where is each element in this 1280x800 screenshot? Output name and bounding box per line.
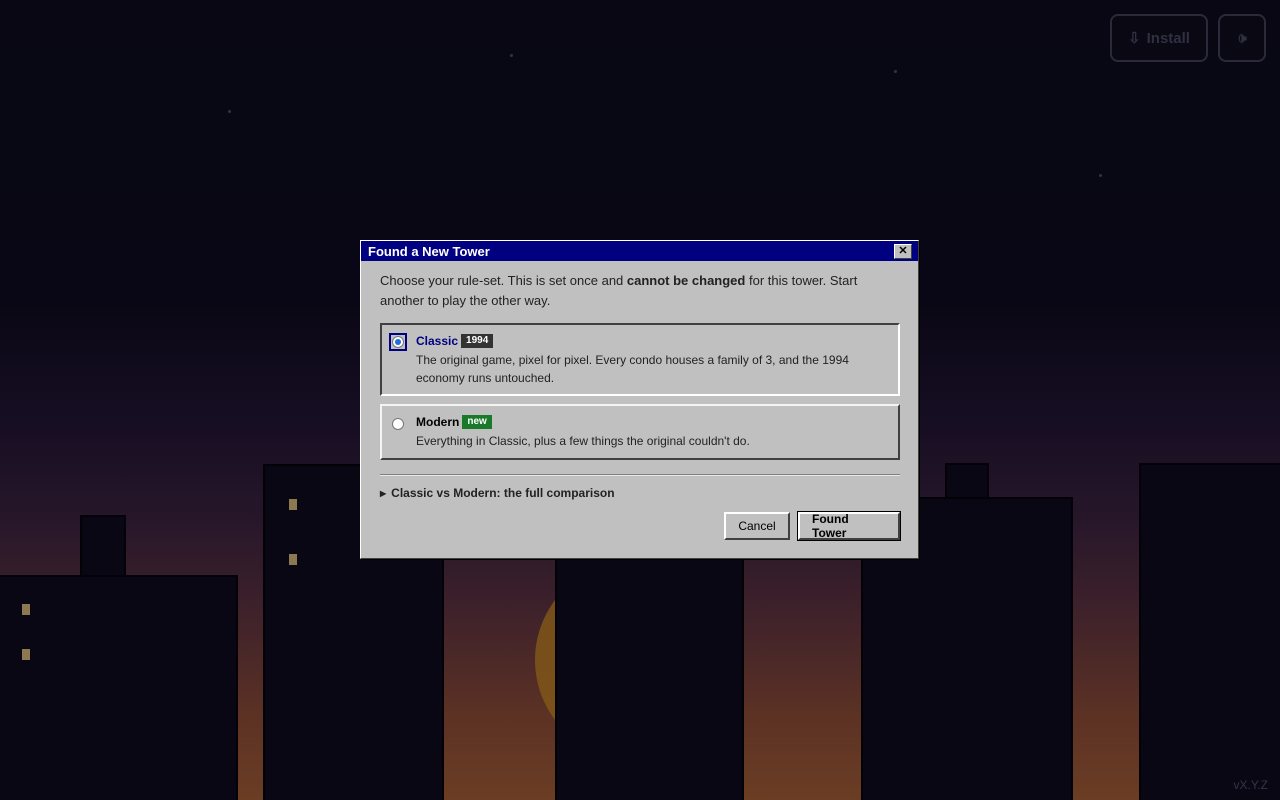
dialog-title: Found a New Tower (368, 243, 490, 259)
version-label: vX.Y.Z (1233, 778, 1268, 792)
radio-circle (392, 336, 404, 348)
modern-description: Everything in Classic, plus a few things… (416, 434, 750, 448)
dialog-intro: Choose your rule-set. This is set once a… (380, 271, 899, 311)
found-tower-dialog: Found a New Tower ✕ Choose your rule-set… (360, 240, 919, 559)
dialog-titlebar[interactable]: Found a New Tower ✕ (361, 241, 918, 261)
modern-radio[interactable] (389, 414, 407, 432)
classic-title: Classic (416, 334, 459, 348)
radio-dot (395, 339, 401, 345)
modern-badge: new (462, 415, 492, 429)
install-label: Install (1146, 29, 1190, 47)
modern-title: Modern (416, 415, 460, 429)
close-button[interactable]: ✕ (894, 243, 912, 259)
city-background: ⇩ Install 🕩 vX.Y.Z Found a New Tower ✕ C… (0, 0, 1280, 800)
download-icon: ⇩ (1128, 30, 1141, 47)
sound-toggle-button[interactable]: 🕩 (1218, 14, 1266, 62)
intro-emphasis: cannot be changed (626, 273, 746, 288)
option-title-row: Modern new (416, 414, 888, 430)
radio-circle (392, 418, 404, 430)
classic-radio[interactable] (389, 333, 407, 351)
intro-text: Choose your rule-set. This is set once a… (380, 273, 627, 288)
cancel-button[interactable]: Cancel (724, 512, 790, 540)
option-classic[interactable]: Classic 1994 The original game, pixel fo… (380, 323, 900, 396)
found-tower-button[interactable]: Found Tower (797, 511, 901, 541)
dialog-buttons: Cancel Found Tower (380, 511, 901, 541)
option-title-row: Classic 1994 (416, 333, 888, 349)
speaker-icon: 🕩 (1237, 29, 1247, 47)
classic-description: The original game, pixel for pixel. Ever… (416, 353, 849, 385)
triangle-right-icon: ▶ (380, 488, 387, 498)
comparison-disclosure[interactable]: ▶ Classic vs Modern: the full comparison (380, 486, 899, 500)
install-button[interactable]: ⇩ Install (1110, 14, 1208, 62)
divider (380, 474, 900, 476)
classic-badge: 1994 (461, 334, 494, 348)
close-icon: ✕ (898, 244, 908, 257)
comparison-label: Classic vs Modern: the full comparison (391, 486, 615, 500)
option-modern[interactable]: Modern new Everything in Classic, plus a… (380, 404, 900, 460)
